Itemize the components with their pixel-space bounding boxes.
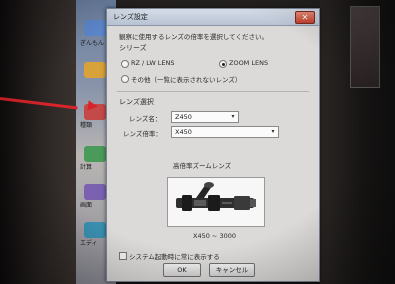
desktop-icon[interactable] — [84, 20, 106, 36]
desktop-icon[interactable] — [84, 222, 106, 238]
ok-button[interactable]: OK — [163, 263, 201, 277]
radio-rz-lw-lens[interactable] — [121, 60, 129, 68]
lens-settings-dialog: レンズ設定 ✕ 観察に使用するレンズの倍率を選択してください。 シリーズ RZ … — [106, 8, 320, 282]
dialog-titlebar[interactable]: レンズ設定 ✕ — [107, 9, 319, 26]
radio-other-lens[interactable] — [121, 75, 129, 83]
cancel-button[interactable]: キャンセル — [209, 263, 255, 277]
radio-label-other-lens: その他（一覧に表示されないレンズ） — [131, 76, 242, 84]
annotation-arrowhead-icon — [87, 100, 99, 112]
radio-label-rz-lw-lens: RZ / LW LENS — [131, 59, 175, 67]
desktop-icon-label: 種類 — [80, 122, 93, 129]
lens-name-value: Z450 — [175, 113, 192, 121]
photo-scene: ぎんもん 種類 計算 画面 エディ レンズ設定 ✕ 観察に使用するレンズの倍率を… — [0, 0, 395, 284]
close-button[interactable]: ✕ — [295, 11, 315, 24]
desktop-icon[interactable] — [84, 184, 106, 200]
background-window — [350, 6, 380, 88]
lens-select-group-label: レンズ選択 — [119, 98, 154, 106]
lens-magnification-select[interactable]: X450 ▾ — [171, 126, 279, 138]
section-divider — [117, 91, 309, 92]
lens-magnification-label: レンズ倍率： — [123, 130, 162, 138]
chevron-down-icon: ▾ — [271, 128, 275, 135]
desktop-icon[interactable] — [84, 62, 106, 78]
show-on-startup-label: システム起動時に常に表示する — [129, 253, 220, 261]
monitor-bezel-left — [0, 0, 78, 284]
desktop-icon-label: エディ — [80, 240, 98, 247]
dialog-title: レンズ設定 — [113, 13, 148, 21]
magnification-range: X450 ~ 3000 — [193, 232, 236, 240]
lens-name-select[interactable]: Z450 ▾ — [171, 111, 239, 123]
radio-zoom-lens[interactable] — [219, 60, 227, 68]
desktop-icon[interactable] — [84, 146, 106, 162]
lens-caption: 高倍率ズームレンズ — [173, 162, 232, 170]
series-group-label: シリーズ — [119, 44, 147, 52]
instruction-text: 観察に使用するレンズの倍率を選択してください。 — [119, 33, 268, 41]
lens-image — [167, 177, 265, 227]
zoom-lens-icon — [176, 182, 256, 211]
desktop-icon-label: 画面 — [80, 202, 93, 209]
radio-label-zoom-lens: ZOOM LENS — [229, 59, 269, 67]
chevron-down-icon: ▾ — [231, 113, 235, 120]
show-on-startup-checkbox[interactable] — [119, 252, 127, 260]
desktop-icon-label: ぎんもん — [80, 40, 105, 47]
lens-name-label: レンズ名： — [129, 115, 162, 123]
desktop-icon-label: 計算 — [80, 164, 93, 171]
lens-magnification-value: X450 — [175, 128, 192, 136]
